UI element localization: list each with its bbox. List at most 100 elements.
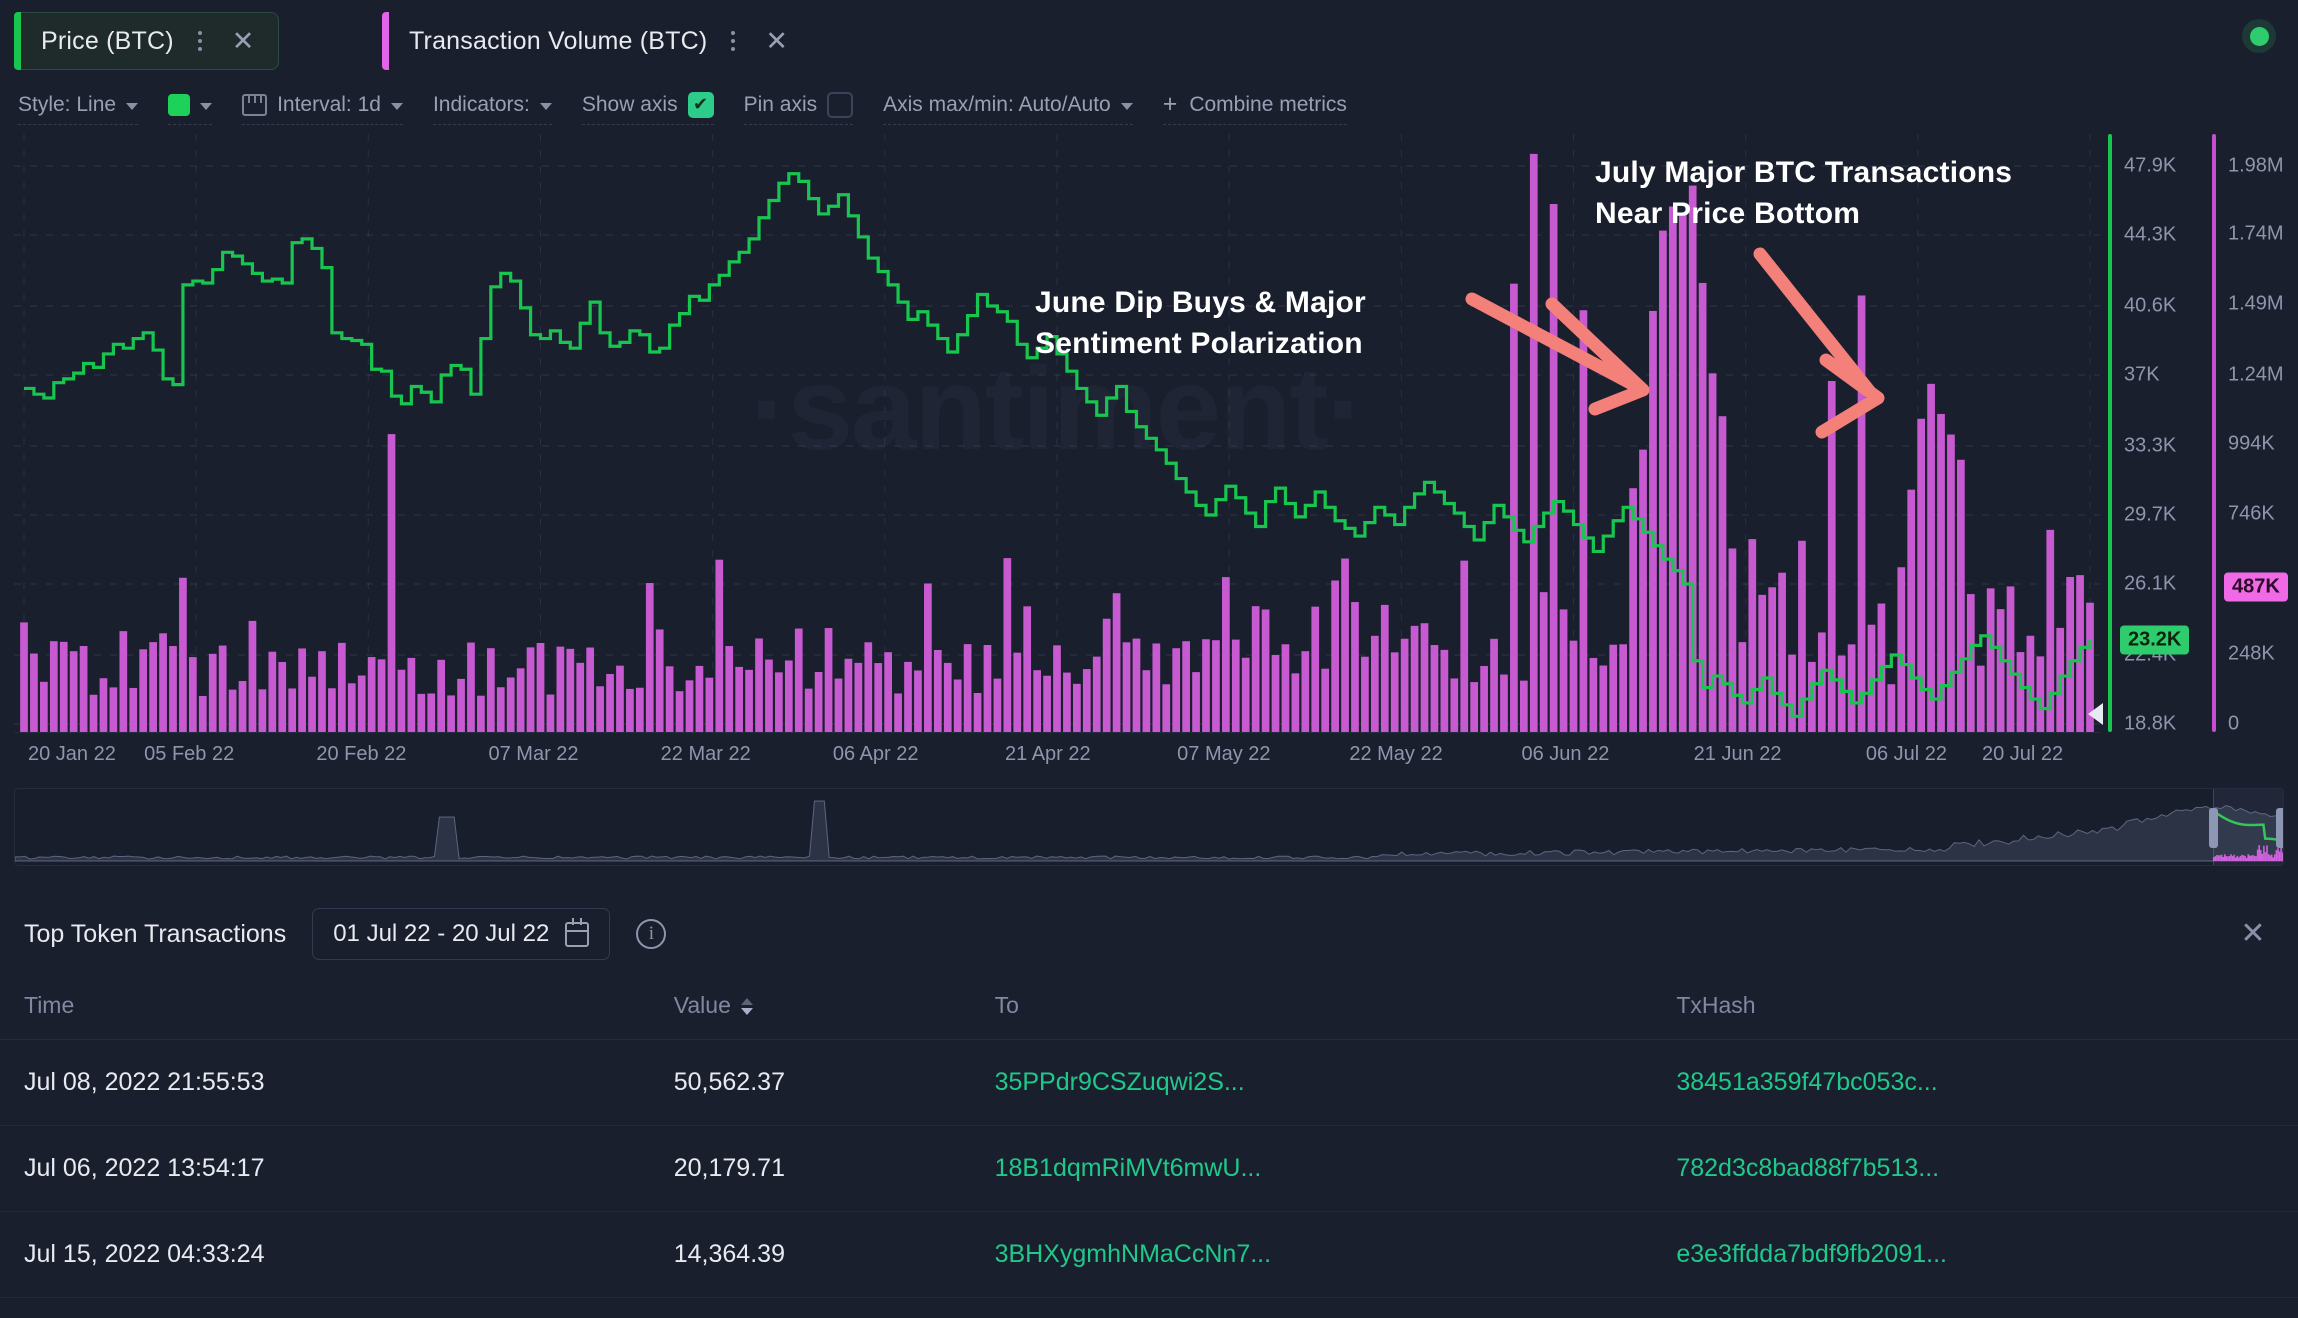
cell-to-address[interactable]: 35PPdr9CSZuqwi2S... (994, 1039, 1677, 1126)
y-axis-price[interactable]: 47.9K 44.3K 40.6K 37K 33.3K 29.7K 26.1K 22.4K 18… (2088, 134, 2208, 735)
table-row[interactable]: Jul 15, 2022 04:33:24 14,364.39 3BHXygmhNM… (0, 1211, 2298, 1298)
minimap-handle-left[interactable] (2209, 808, 2218, 848)
tab-price-btc[interactable]: Price (BTC) ✕ (14, 12, 280, 70)
tab-price-close-icon[interactable]: ✕ (226, 26, 261, 57)
top-token-transactions-panel: Top Token Transactions 01 Jul 22 - 20 Ju… (0, 890, 2298, 1318)
x-axis-tick: 05 Feb 22 (144, 743, 235, 765)
chevron-down-icon (1120, 102, 1133, 110)
metric-tab-bar: Price (BTC) ✕ Transaction Volume (BTC) ✕ (0, 0, 2298, 82)
pin-axis-toggle[interactable]: Pin axis (743, 91, 854, 125)
cell-time: Jul 08, 2022 21:55:53 (0, 1039, 674, 1126)
tab-transaction-volume-btc[interactable]: Transaction Volume (BTC) ✕ (382, 12, 813, 70)
tab-price-label: Price (BTC) (41, 26, 174, 55)
annotation-july-transactions: July Major BTC Transactions Near Price B… (1595, 156, 2013, 231)
panel-close-icon[interactable]: ✕ (2236, 918, 2270, 952)
indicators-label: Indicators: (432, 92, 530, 116)
tab-volume-menu-icon[interactable] (725, 27, 741, 55)
color-swatch (168, 93, 191, 116)
cell-txhash[interactable]: 782d3c8bad88f7b513... (1676, 1125, 2298, 1212)
chevron-down-icon (200, 102, 213, 110)
axis-minmax-selector[interactable]: Axis max/min: Auto/Auto (883, 91, 1133, 125)
date-range-picker[interactable]: 01 Jul 22 - 20 Jul 22 (312, 908, 611, 960)
y-axis-tick-label: 248K (2228, 642, 2275, 665)
cell-to-address[interactable]: 18B1dqmRiMVt6mwU... (994, 1125, 1677, 1212)
x-axis-tick: 20 Feb 22 (316, 743, 407, 765)
x-axis-tick: 07 Mar 22 (488, 743, 579, 765)
combine-metrics-label: Combine metrics (1189, 92, 1347, 116)
column-header-to[interactable]: To (994, 978, 1677, 1040)
x-axis-tick: 22 May 22 (1349, 743, 1443, 765)
y-axis-volume[interactable]: 1.98M1.74M1.49M1.24M994K746K487K248K0487… (2212, 134, 2298, 735)
panel-title: Top Token Transactions (24, 919, 287, 948)
cell-time: Jul 06, 2022 13:54:17 (0, 1125, 674, 1212)
cell-to-address[interactable]: 3BHXygmhNMaCcNn7... (994, 1211, 1677, 1298)
style-selector[interactable]: Style: Line (18, 91, 139, 125)
x-axis-tick: 06 Jun 22 (1521, 743, 1610, 765)
y-axis-tick-label: 1.49M (2228, 292, 2284, 315)
color-selector[interactable] (168, 91, 213, 125)
tab-volume-label: Transaction Volume (BTC) (409, 26, 708, 55)
minimap-selection-window[interactable] (2213, 789, 2283, 865)
column-header-time[interactable]: Time (0, 978, 674, 1040)
interval-selector[interactable]: Interval: 1d (242, 91, 403, 125)
pin-axis-label: Pin axis (743, 92, 818, 116)
cell-value: 14,364.39 (673, 1211, 995, 1298)
chevron-down-icon (390, 102, 403, 110)
chart-toolbar: Style: Line Interval: 1d Indicators: Sho… (0, 82, 2298, 134)
y-axis-tick-label: 40.6K (2124, 294, 2177, 317)
combine-metrics-button[interactable]: + Combine metrics (1162, 91, 1347, 125)
show-axis-toggle[interactable]: Show axis ✔ (581, 91, 714, 125)
cell-txhash[interactable]: 38451a359f47bc053c... (1676, 1039, 2298, 1126)
column-header-txhash[interactable]: TxHash (1676, 978, 2298, 1040)
y-axis-tick-label: 18.8K (2124, 712, 2177, 735)
chart-area: ·santiment· 20 Jan 22 05 Feb 22 20 Feb 22 0… (0, 134, 2298, 774)
axis-minmax-label: Axis max/min: Auto/Auto (883, 92, 1111, 116)
y-axis-tick-label: 44.3K (2124, 223, 2177, 246)
minimap-series (15, 800, 2283, 862)
table-row[interactable]: Jul 08, 2022 21:55:53 50,562.37 35PPdr9CSZ… (0, 1039, 2298, 1126)
live-status-indicator (2242, 19, 2276, 53)
y-axis-volume-line (2212, 134, 2216, 732)
transactions-table: Time Value To TxHash Jul 08, 2022 21:55:… (0, 978, 2298, 1298)
info-icon[interactable]: i (636, 919, 667, 949)
y-axis-tick-label: 994K (2228, 432, 2275, 455)
x-axis-tick: 06 Jul 22 (1865, 743, 1947, 765)
table-header-row: Time Value To TxHash (0, 978, 2298, 1040)
range-minimap[interactable] (14, 788, 2284, 866)
tab-accent-price (14, 12, 21, 70)
pin-axis-checkbox[interactable] (827, 91, 854, 118)
chevron-down-icon (126, 102, 139, 110)
sort-icon[interactable] (740, 998, 753, 1016)
x-axis-tick: 21 Apr 22 (1005, 743, 1091, 765)
y-axis-current-value-badge: 487K (2224, 572, 2288, 602)
y-axis-tick-label: 47.9K (2124, 154, 2177, 177)
column-header-value[interactable]: Value (673, 978, 995, 1040)
table-row[interactable]: Jul 06, 2022 13:54:17 20,179.71 18B1dqmRiM… (0, 1125, 2298, 1212)
y-axis-tick-label: 26.1K (2124, 572, 2177, 595)
x-axis: 20 Jan 22 05 Feb 22 20 Feb 22 07 Mar 22 22 M… (14, 732, 2100, 776)
chevron-down-icon (539, 102, 552, 110)
y-axis-tick-label: 33.3K (2124, 434, 2177, 457)
calendar-interval-icon (242, 93, 268, 116)
axis-cursor-marker (2088, 703, 2103, 725)
tab-volume-close-icon[interactable]: ✕ (759, 26, 794, 57)
y-axis-tick-label: 1.24M (2228, 363, 2284, 386)
show-axis-label: Show axis (581, 92, 678, 116)
x-axis-tick: 20 Jul 22 (1982, 743, 2064, 765)
y-axis-current-value-badge: 23.2K (2120, 625, 2190, 655)
minimap-handle-right[interactable] (2276, 808, 2283, 848)
show-axis-checkbox[interactable]: ✔ (687, 91, 714, 118)
y-axis-tick-label: 1.98M (2228, 154, 2284, 177)
y-axis-tick-label: 0 (2228, 712, 2240, 735)
y-axis-price-line (2108, 134, 2112, 732)
x-axis-tick: 22 Mar 22 (660, 743, 751, 765)
tab-price-menu-icon[interactable] (192, 27, 208, 55)
y-axis-tick-label: 29.7K (2124, 503, 2177, 526)
y-axis-tick-label: 37K (2124, 363, 2160, 386)
indicators-selector[interactable]: Indicators: (432, 91, 552, 125)
x-axis-tick: 06 Apr 22 (832, 743, 919, 765)
cell-txhash[interactable]: e3e3ffdda7bdf9fb2091... (1676, 1211, 2298, 1298)
x-axis-tick: 21 Jun 22 (1693, 743, 1782, 765)
tab-accent-volume (382, 12, 389, 70)
style-label: Style: Line (18, 92, 117, 116)
